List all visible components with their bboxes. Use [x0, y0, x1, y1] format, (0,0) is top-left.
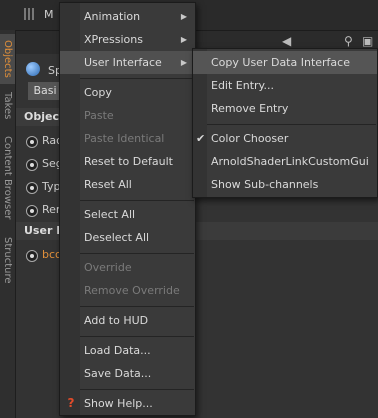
radius-radio[interactable] [26, 136, 38, 148]
menu-separator [80, 253, 194, 254]
menu-item-label: Paste Identical [84, 132, 165, 145]
menu-item-label: Reset to Default [84, 155, 173, 168]
menu-item-label: Load Data... [84, 344, 151, 357]
menu-separator [80, 336, 194, 337]
segments-radio[interactable] [26, 159, 38, 171]
menu-item-xpressions[interactable]: XPressions ▶ [60, 28, 195, 51]
tab-basic[interactable]: Basi [28, 82, 62, 100]
submenu-item-copy-user-data-interface[interactable]: Copy User Data Interface [193, 51, 377, 74]
menu-item-select-all[interactable]: Select All [60, 203, 195, 226]
menu-item-label: ArnoldShaderLinkCustomGui [211, 155, 369, 168]
field-label: Typ [42, 180, 61, 193]
submenu-item-color-chooser[interactable]: ✔ Color Chooser [193, 127, 377, 150]
check-icon: ✔ [196, 132, 206, 145]
menu-item-remove-override: Remove Override [60, 279, 195, 302]
tab-takes[interactable]: Takes [0, 88, 15, 124]
menu-item-label: Save Data... [84, 367, 152, 380]
menu-item-paste-identical: Paste Identical [60, 127, 195, 150]
menu-separator [80, 78, 194, 79]
menu-item-label: XPressions [84, 33, 143, 46]
search-icon[interactable]: ⚲ [344, 34, 353, 48]
menu-item-label: Copy [84, 86, 112, 99]
menu-item-user-interface[interactable]: User Interface ▶ [60, 51, 195, 74]
menu-item-add-to-hud[interactable]: Add to HUD [60, 309, 195, 332]
menu-item-copy[interactable]: Copy [60, 81, 195, 104]
menu-item-label: Remove Entry [211, 102, 289, 115]
menu-item-label: User Interface [84, 56, 162, 69]
menu-item-label: Color Chooser [211, 132, 289, 145]
menu-item-label: Override [84, 261, 132, 274]
menu-item-override: Override [60, 256, 195, 279]
menu-item-paste: Paste [60, 104, 195, 127]
user-data-radio[interactable] [26, 250, 38, 262]
menu-item-label: Show Sub-channels [211, 178, 319, 191]
tab-content-browser[interactable]: Content Browser [0, 128, 15, 228]
user-interface-submenu: Copy User Data Interface Edit Entry... R… [192, 48, 378, 198]
submenu-item-edit-entry[interactable]: Edit Entry... [193, 74, 377, 97]
menu-item-reset-to-default[interactable]: Reset to Default [60, 150, 195, 173]
menu-item-label: Show Help... [84, 397, 153, 410]
menu-item-deselect-all[interactable]: Deselect All [60, 226, 195, 249]
menu-separator [80, 306, 194, 307]
tab-objects[interactable]: Objects [0, 34, 15, 84]
lock-icon[interactable]: ▣ [362, 34, 373, 48]
back-arrow-icon[interactable]: ◀ [282, 34, 291, 48]
menu-item-reset-all[interactable]: Reset All [60, 173, 195, 196]
submenu-item-remove-entry[interactable]: Remove Entry [193, 97, 377, 120]
menu-item-load-data[interactable]: Load Data... [60, 339, 195, 362]
submenu-arrow-icon: ▶ [180, 58, 187, 67]
sphere-icon [26, 62, 40, 76]
submenu-arrow-icon: ▶ [180, 35, 187, 44]
menu-item-label: Copy User Data Interface [211, 56, 350, 69]
menu-item-label: Remove Override [84, 284, 180, 297]
tab-structure[interactable]: Structure [0, 230, 15, 290]
submenu-item-arnold-shader-link[interactable]: ArnoldShaderLinkCustomGui [193, 150, 377, 173]
submenu-arrow-icon: ▶ [180, 12, 187, 21]
menu-item-label: Edit Entry... [211, 79, 274, 92]
submenu-item-show-sub-channels[interactable]: Show Sub-channels [193, 173, 377, 196]
menu-item-label: Animation [84, 10, 141, 23]
type-radio[interactable] [26, 182, 38, 194]
menu-item-label: Paste [84, 109, 114, 122]
grid-icon[interactable] [24, 8, 36, 20]
menu-item-save-data[interactable]: Save Data... [60, 362, 195, 385]
context-menu: Animation ▶ XPressions ▶ User Interface … [59, 2, 196, 416]
menu-item-label: Add to HUD [84, 314, 149, 327]
side-tabs: Objects Takes Content Browser Structure [0, 30, 16, 418]
menu-item-label: Reset All [84, 178, 132, 191]
menu-separator [80, 200, 194, 201]
menu-item-show-help[interactable]: ? Show Help... [60, 392, 195, 415]
menu-item-label: Select All [84, 208, 136, 221]
panel-title: M [44, 8, 54, 21]
menu-item-label: Deselect All [84, 231, 150, 244]
menu-separator [80, 389, 194, 390]
render-radio[interactable] [26, 205, 38, 217]
help-icon: ? [67, 396, 75, 410]
menu-item-animation[interactable]: Animation ▶ [60, 5, 195, 28]
menu-separator [207, 124, 376, 125]
